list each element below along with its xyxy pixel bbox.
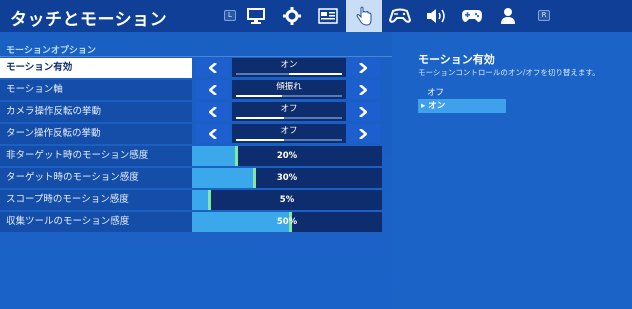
- motion-enabled-prev-button[interactable]: [196, 58, 230, 77]
- detail-description: モーションコントロールのオン/オフを切り替えます。: [418, 68, 600, 77]
- harvesting-tool-sensitivity-slider[interactable]: 50%: [192, 212, 382, 232]
- motion-enabled-value-text: オン: [280, 60, 298, 70]
- option-off-label: オフ: [427, 88, 445, 98]
- detail-panel: モーション有効 モーションコントロールのオン/オフを切り替えます。 オフ ▸ オ…: [392, 32, 632, 309]
- selected-marker-icon: ▸: [421, 101, 426, 111]
- chevron-right-icon: [359, 106, 367, 117]
- chevron-right-icon: [359, 128, 367, 139]
- scope-sensitivity-label: スコープ時のモーション感度: [0, 190, 192, 210]
- monitor-icon: [247, 8, 265, 24]
- option-on[interactable]: ▸ オン: [418, 99, 506, 113]
- gamepad-icon: [462, 10, 482, 22]
- slider-value: 20%: [276, 151, 298, 161]
- interface-icon: [318, 8, 338, 24]
- tab-input[interactable]: [382, 0, 418, 32]
- camera-invert-value-text: オフ: [280, 104, 298, 114]
- turn-invert-next-button[interactable]: [346, 124, 380, 143]
- tab-account[interactable]: [490, 0, 526, 32]
- camera-invert-next-button[interactable]: [346, 102, 380, 121]
- speaker-icon: [427, 9, 445, 23]
- option-off[interactable]: オフ: [418, 86, 506, 100]
- scope-sensitivity-slider[interactable]: 5%: [192, 190, 382, 210]
- camera-invert-prev-button[interactable]: [196, 102, 230, 121]
- option-indicator: [236, 95, 282, 97]
- turn-invert-label: ターン操作反転の挙動: [0, 124, 192, 144]
- motion-axis-value: 傾振れ: [232, 80, 346, 99]
- slider-value: 50%: [276, 217, 298, 227]
- section-title: モーションオプション: [6, 46, 96, 56]
- camera-invert-label: カメラ操作反転の挙動: [0, 102, 192, 122]
- option-indicator: [236, 117, 284, 119]
- chevron-left-icon: [209, 84, 217, 95]
- targeted-sensitivity-label: ターゲット時のモーション感度: [0, 168, 192, 188]
- motion-axis-next-button[interactable]: [346, 80, 380, 99]
- touch-hand-icon: [356, 6, 372, 26]
- right-shoulder-button[interactable]: R: [538, 10, 550, 21]
- left-shoulder-button[interactable]: L: [224, 10, 236, 21]
- turn-invert-value: オフ: [232, 124, 346, 143]
- option-on-label: オン: [428, 101, 446, 111]
- chevron-left-icon: [209, 128, 217, 139]
- untargeted-sensitivity-slider[interactable]: 20%: [192, 146, 382, 166]
- harvesting-tool-sensitivity-label: 収集ツールのモーション感度: [0, 212, 192, 232]
- motion-enabled-label[interactable]: モーション有効: [0, 58, 192, 78]
- option-indicator: [289, 73, 342, 75]
- untargeted-sensitivity-label: 非ターゲット時のモーション感度: [0, 146, 192, 166]
- slider-value: 5%: [279, 195, 295, 205]
- motion-axis-value-text: 傾振れ: [276, 82, 302, 92]
- turn-invert-value-text: オフ: [280, 126, 298, 136]
- options-panel: モーションオプション モーション有効 オン モーション軸 傾振れ カメラ操作反転…: [0, 32, 392, 309]
- input-controller-icon: [389, 8, 411, 23]
- motion-enabled-next-button[interactable]: [346, 58, 380, 77]
- chevron-right-icon: [359, 84, 367, 95]
- camera-invert-value: オフ: [232, 102, 346, 121]
- tab-game-settings[interactable]: [274, 0, 310, 32]
- tab-display[interactable]: [238, 0, 274, 32]
- account-icon: [501, 8, 515, 24]
- top-bar: タッチとモーション L R: [0, 0, 632, 32]
- slider-value: 30%: [276, 173, 298, 183]
- tab-touch-motion[interactable]: [346, 0, 382, 32]
- page-title: タッチとモーション: [10, 10, 168, 30]
- chevron-left-icon: [209, 106, 217, 117]
- turn-invert-prev-button[interactable]: [196, 124, 230, 143]
- tab-interface[interactable]: [310, 0, 346, 32]
- motion-enabled-value: オン: [232, 58, 346, 77]
- motion-axis-prev-button[interactable]: [196, 80, 230, 99]
- option-indicator: [236, 139, 284, 141]
- chevron-left-icon: [209, 62, 217, 73]
- detail-title: モーション有効: [418, 53, 495, 66]
- tab-audio[interactable]: [418, 0, 454, 32]
- targeted-sensitivity-slider[interactable]: 30%: [192, 168, 382, 188]
- section-divider: [0, 56, 392, 57]
- tab-controller[interactable]: [454, 0, 490, 32]
- motion-axis-label: モーション軸: [0, 80, 192, 100]
- chevron-right-icon: [359, 62, 367, 73]
- gear-icon: [283, 7, 301, 25]
